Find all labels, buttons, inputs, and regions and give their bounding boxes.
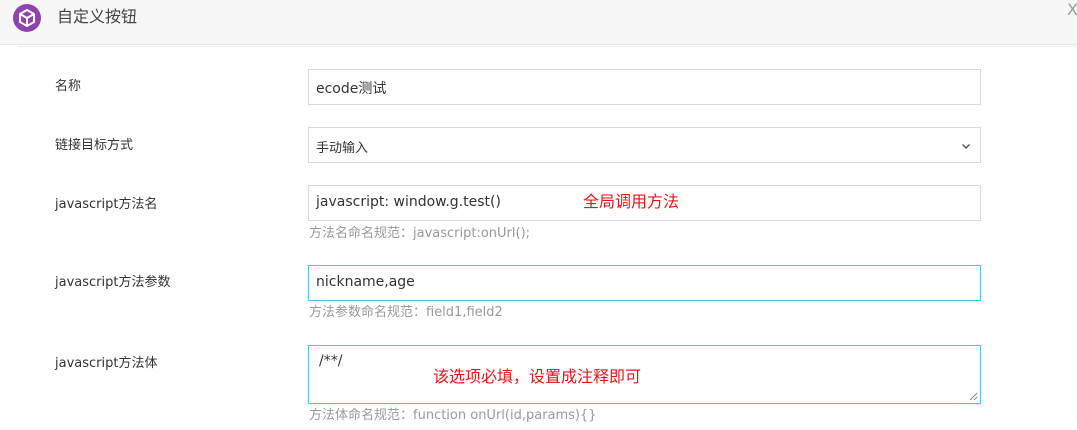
link-mode-selected: 手动输入	[316, 141, 369, 156]
link-mode-label: 链接目标方式	[55, 138, 134, 153]
js-method-name-help: 方法名命名规范：javascript:onUrl();	[309, 226, 531, 241]
js-method-params-help: 方法参数命名规范：field1,field2	[309, 305, 503, 320]
global-call-annotation: 全局调用方法	[583, 192, 680, 211]
required-annotation: 该选项必填，设置成注释即可	[433, 367, 642, 386]
js-method-params-input[interactable]: nickname,age	[308, 265, 981, 301]
name-input-value: ecode测试	[316, 81, 387, 97]
js-method-body-label: javascript方法体	[55, 356, 158, 371]
dialog-title: 自定义按钮	[57, 7, 138, 26]
js-method-params-value: nickname,age	[316, 274, 415, 290]
header-divider	[18, 46, 1077, 47]
link-mode-select[interactable]: 手动输入	[308, 127, 981, 163]
js-method-body-help: 方法体命名规范：function onUrl(id,params){}	[309, 408, 597, 423]
name-label: 名称	[55, 79, 82, 94]
resize-grip-icon[interactable]	[968, 391, 978, 401]
js-method-name-label: javascript方法名	[55, 197, 158, 212]
js-method-body-value: /**/	[319, 353, 343, 369]
js-method-name-value: javascript: window.g.test()	[316, 194, 501, 210]
name-input[interactable]: ecode测试	[308, 69, 981, 105]
js-method-body-textarea[interactable]: /**/	[308, 345, 981, 404]
close-icon[interactable]: X	[1067, 2, 1077, 18]
chevron-down-icon	[962, 144, 970, 149]
cube-icon	[13, 4, 41, 32]
dialog-header: 自定义按钮 X	[0, 0, 1077, 45]
js-method-params-label: javascript方法参数	[55, 275, 171, 290]
